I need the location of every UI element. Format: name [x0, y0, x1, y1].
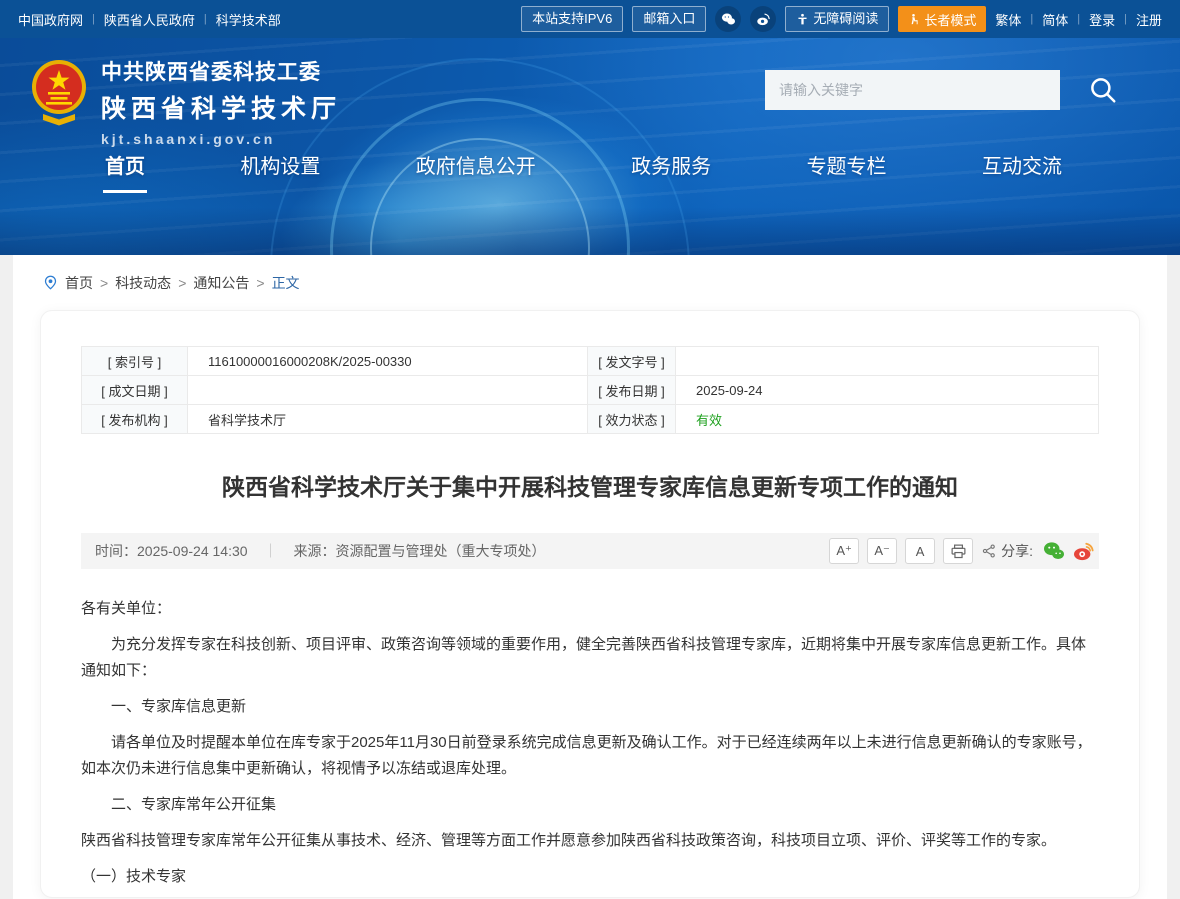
- mail-entry-button[interactable]: 邮箱入口: [632, 6, 706, 32]
- wechat-icon[interactable]: [715, 6, 741, 32]
- breadcrumb-home[interactable]: 首页: [65, 273, 93, 293]
- elder-person-icon: [908, 13, 920, 26]
- paragraph: 陕西省科技管理专家库常年公开征集从事技术、经济、管理等方面工作并愿意参加陕西省科…: [81, 828, 1099, 854]
- location-pin-icon: [43, 275, 58, 290]
- table-row: [ 发布机构 ] 省科学技术厅 [ 效力状态 ] 有效: [82, 405, 1099, 434]
- doc-value-validity: 有效: [676, 405, 1099, 434]
- account-links: 繁体 | 简体 | 登录 | 注册: [995, 10, 1162, 29]
- divider: |: [1124, 13, 1127, 25]
- doc-label-validity: [ 效力状态 ]: [588, 405, 676, 434]
- article-meta: 时间： 2025-09-24 14:30 ｜ 来源： 资源配置与管理处（重大专项…: [95, 541, 546, 561]
- link-register[interactable]: 注册: [1136, 10, 1162, 29]
- doc-value-index: 11610000016000208K/2025-00330: [188, 347, 588, 376]
- doc-label-agency: [ 发布机构 ]: [82, 405, 188, 434]
- link-china-gov[interactable]: 中国政府网: [18, 10, 83, 29]
- site-logo[interactable]: 中共陕西省委科技工委 陕西省科学技术厅 kjt.shaanxi.gov.cn: [30, 56, 341, 147]
- breadcrumb-separator: >: [178, 275, 186, 291]
- paragraph: 各有关单位：: [81, 596, 1099, 622]
- main-nav: 首页 机构设置 政府信息公开 政务服务 专题专栏 互动交流: [0, 150, 1180, 193]
- paragraph: 请各单位及时提醒本单位在库专家于2025年11月30日前登录系统完成信息更新及确…: [81, 730, 1099, 782]
- search-input[interactable]: [765, 70, 1060, 110]
- link-shaanxi-gov[interactable]: 陕西省人民政府: [104, 10, 195, 29]
- site-banner: 中共陕西省委科技工委 陕西省科学技术厅 kjt.shaanxi.gov.cn 首…: [0, 38, 1180, 255]
- article-body: 各有关单位： 为充分发挥专家在科技创新、项目评审、政策咨询等领域的重要作用，健全…: [81, 596, 1099, 899]
- section-heading: 二、专家库常年公开征集: [81, 792, 1099, 818]
- breadcrumb-notices[interactable]: 通知公告: [193, 273, 249, 293]
- font-decrease-button[interactable]: A⁻: [867, 538, 897, 564]
- breadcrumb-news[interactable]: 科技动态: [115, 273, 171, 293]
- divider: |: [92, 13, 95, 25]
- doc-label-written-date: [ 成文日期 ]: [82, 376, 188, 405]
- doc-label-docnum: [ 发文字号 ]: [588, 347, 676, 376]
- doc-value-publish-date: 2025-09-24: [676, 376, 1099, 405]
- breadcrumb-separator: >: [100, 275, 108, 291]
- page-title: 陕西省科学技术厅关于集中开展科技管理专家库信息更新专项工作的通知: [81, 468, 1099, 502]
- utility-actions: 本站支持IPV6 邮箱入口 无障碍阅读 长者模式 繁体 | 简体 | 登录 | …: [521, 6, 1162, 32]
- national-emblem-icon: [30, 56, 88, 126]
- org-line2: 陕西省科学技术厅: [101, 89, 341, 125]
- link-traditional[interactable]: 繁体: [995, 10, 1021, 29]
- printer-icon: [950, 543, 967, 560]
- source-label: 来源：: [294, 541, 336, 561]
- nav-interaction[interactable]: 互动交流: [982, 150, 1062, 193]
- publish-time: 2025-09-24 14:30: [137, 543, 248, 559]
- table-row: [ 成文日期 ] [ 发布日期 ] 2025-09-24: [82, 376, 1099, 405]
- doc-value-written-date: [188, 376, 588, 405]
- section-heading: 一、专家库信息更新: [81, 694, 1099, 720]
- breadcrumb-separator: >: [256, 275, 264, 291]
- share-nodes-icon: [981, 543, 997, 559]
- org-title-block: 中共陕西省委科技工委 陕西省科学技术厅 kjt.shaanxi.gov.cn: [101, 56, 341, 147]
- doc-value-agency: 省科学技术厅: [188, 405, 588, 434]
- content-wrapper: 首页 > 科技动态 > 通知公告 > 正文 [ 索引号 ] 1161000001…: [13, 255, 1167, 899]
- paragraph: 为充分发挥专家在科技创新、项目评审、政策咨询等领域的重要作用，健全完善陕西省科技…: [81, 632, 1099, 684]
- nav-services[interactable]: 政务服务: [631, 150, 711, 193]
- nav-orgs[interactable]: 机构设置: [240, 150, 320, 193]
- doc-label-index: [ 索引号 ]: [82, 347, 188, 376]
- doc-label-publish-date: [ 发布日期 ]: [588, 376, 676, 405]
- search-button[interactable]: [1074, 70, 1132, 110]
- share-label: 分享:: [981, 541, 1033, 561]
- site-url: kjt.shaanxi.gov.cn: [101, 131, 341, 147]
- search-icon: [1088, 75, 1118, 105]
- print-button[interactable]: [943, 538, 973, 564]
- time-label: 时间：: [95, 541, 137, 561]
- nav-info-disclosure[interactable]: 政府信息公开: [416, 150, 536, 193]
- org-line1: 中共陕西省委科技工委: [101, 56, 341, 86]
- search-bar: [765, 70, 1132, 110]
- link-simplified[interactable]: 简体: [1042, 10, 1068, 29]
- doc-value-docnum: [676, 347, 1099, 376]
- ipv6-badge[interactable]: 本站支持IPV6: [521, 6, 623, 32]
- link-login[interactable]: 登录: [1089, 10, 1115, 29]
- share-wechat-icon[interactable]: [1043, 541, 1065, 561]
- elder-mode-button[interactable]: 长者模式: [898, 6, 986, 32]
- nav-home[interactable]: 首页: [105, 150, 145, 193]
- divider: |: [1030, 13, 1033, 25]
- article-tools: A⁺ A⁻ A: [829, 538, 1095, 564]
- divider: |: [204, 13, 207, 25]
- elder-mode-label: 长者模式: [924, 10, 976, 29]
- accessibility-icon: [796, 13, 809, 26]
- breadcrumb: 首页 > 科技动态 > 通知公告 > 正文: [13, 255, 1167, 310]
- article-card: [ 索引号 ] 11610000016000208K/2025-00330 [ …: [40, 310, 1140, 898]
- font-reset-button[interactable]: A: [905, 538, 935, 564]
- accessibility-label: 无障碍阅读: [813, 7, 878, 31]
- weibo-icon[interactable]: [750, 6, 776, 32]
- doc-info-table: [ 索引号 ] 11610000016000208K/2025-00330 [ …: [81, 346, 1099, 434]
- source-value: 资源配置与管理处（重大专项处）: [336, 541, 546, 561]
- accessibility-button[interactable]: 无障碍阅读: [785, 6, 889, 32]
- meta-divider: ｜: [264, 541, 278, 561]
- subsection-heading: （一）技术专家: [81, 864, 1099, 890]
- gov-links: 中国政府网 | 陕西省人民政府 | 科学技术部: [18, 10, 281, 29]
- link-most[interactable]: 科学技术部: [216, 10, 281, 29]
- font-increase-button[interactable]: A⁺: [829, 538, 859, 564]
- divider: |: [1077, 13, 1080, 25]
- article-meta-bar: 时间： 2025-09-24 14:30 ｜ 来源： 资源配置与管理处（重大专项…: [81, 533, 1099, 569]
- share-weibo-icon[interactable]: [1073, 541, 1095, 561]
- nav-special-topics[interactable]: 专题专栏: [807, 150, 887, 193]
- table-row: [ 索引号 ] 11610000016000208K/2025-00330 [ …: [82, 347, 1099, 376]
- share-text: 分享:: [1001, 541, 1033, 561]
- top-utility-bar: 中国政府网 | 陕西省人民政府 | 科学技术部 本站支持IPV6 邮箱入口 无障…: [0, 0, 1180, 38]
- breadcrumb-current[interactable]: 正文: [272, 273, 300, 293]
- page-body: 首页 > 科技动态 > 通知公告 > 正文 [ 索引号 ] 1161000001…: [0, 255, 1180, 899]
